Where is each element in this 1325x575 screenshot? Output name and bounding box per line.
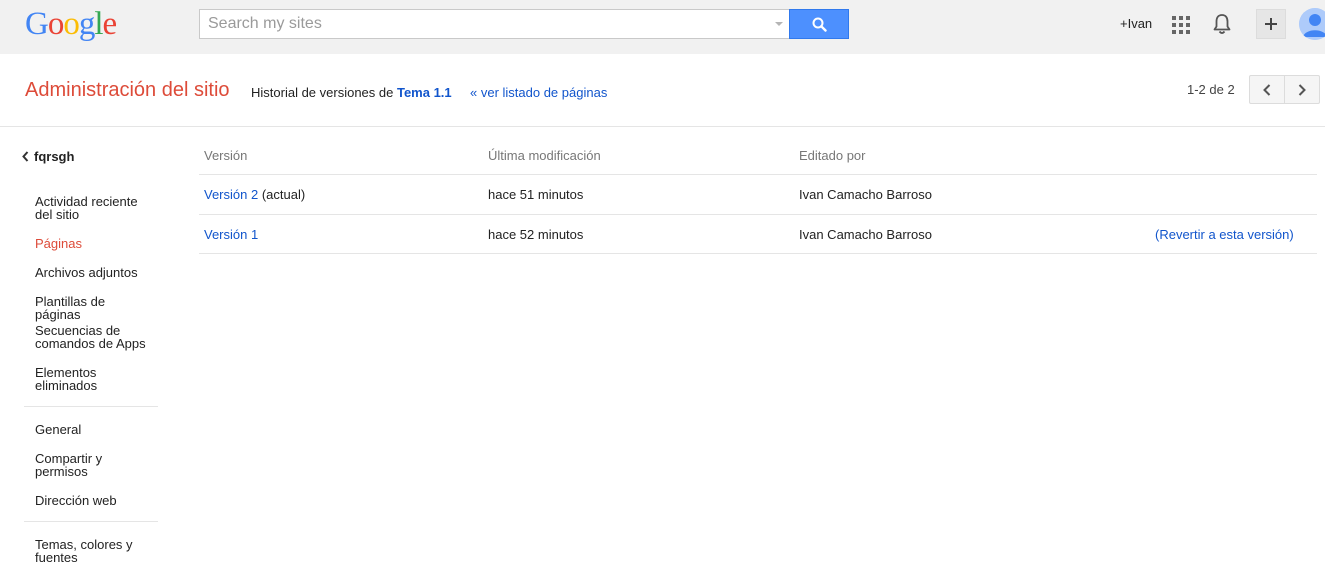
- column-header-last-modified: Última modificación: [488, 148, 601, 163]
- column-header-edited-by: Editado por: [799, 148, 866, 163]
- logo-letter: G: [25, 6, 49, 42]
- sidebar-item-general[interactable]: General: [35, 423, 150, 436]
- search-dropdown-icon[interactable]: [775, 22, 783, 26]
- search-button[interactable]: [789, 9, 849, 39]
- revert-version-link[interactable]: (Revertir a esta versión): [1155, 227, 1294, 242]
- site-name: fqrsgh: [34, 149, 75, 164]
- column-header-version: Versión: [204, 148, 248, 163]
- chevron-left-icon: [22, 151, 29, 162]
- chevron-right-icon: [1298, 83, 1306, 96]
- sidebar-item-apps-scripts[interactable]: Secuencias de comandos de Apps: [35, 324, 150, 350]
- table-row: Versión 2 (actual) hace 51 minutos Ivan …: [199, 174, 1317, 214]
- version-link[interactable]: Versión 1: [204, 227, 258, 242]
- modified-cell: hace 52 minutos: [488, 227, 584, 242]
- sidebar-item-sharing[interactable]: Compartir y permisos: [35, 452, 150, 478]
- logo-letter: o: [63, 6, 79, 42]
- breadcrumb: Historial de versiones de Tema 1.1: [251, 85, 452, 100]
- page-title: Administración del sitio: [25, 79, 230, 101]
- sidebar-item-page-templates[interactable]: Plantillas de páginas: [35, 295, 150, 321]
- sidebar-item-deleted-items[interactable]: Elementos eliminados: [35, 366, 150, 392]
- sidebar-divider: [24, 521, 158, 522]
- google-logo[interactable]: Google: [25, 5, 118, 43]
- site-back-link[interactable]: fqrsgh: [22, 149, 74, 164]
- logo-letter: g: [78, 6, 95, 42]
- avatar[interactable]: [1299, 8, 1325, 40]
- page-list-link[interactable]: « ver listado de páginas: [470, 85, 607, 100]
- sidebar-item-pages[interactable]: Páginas: [35, 237, 150, 250]
- sidebar-item-themes[interactable]: Temas, colores y fuentes: [35, 538, 150, 564]
- pagination-count: 1-2 de 2: [1187, 82, 1235, 97]
- sidebar-divider: [24, 406, 158, 407]
- chevron-left-icon: [1263, 83, 1271, 96]
- editor-cell: Ivan Camacho Barroso: [799, 227, 932, 242]
- page-header: Administración del sitio Historial de ve…: [0, 54, 1325, 127]
- search-icon: [812, 17, 827, 32]
- modified-cell: hace 51 minutos: [488, 187, 584, 202]
- search-input[interactable]: [200, 10, 760, 38]
- breadcrumb-topic[interactable]: Tema 1.1: [397, 85, 452, 100]
- sidebar-item-attachments[interactable]: Archivos adjuntos: [35, 266, 150, 279]
- user-profile-link[interactable]: +Ivan: [1120, 16, 1152, 31]
- search-box: [199, 9, 790, 39]
- top-bar: Google +Ivan: [0, 0, 1325, 54]
- create-new-button[interactable]: [1256, 9, 1286, 39]
- breadcrumb-prefix: Historial de versiones de: [251, 85, 397, 100]
- previous-page-button[interactable]: [1249, 75, 1285, 104]
- version-cell: Versión 2 (actual): [204, 187, 305, 202]
- sidebar-item-web-address[interactable]: Dirección web: [35, 494, 150, 507]
- bell-icon[interactable]: [1212, 13, 1232, 35]
- editor-cell: Ivan Camacho Barroso: [799, 187, 932, 202]
- logo-letter: l: [94, 6, 103, 42]
- version-cell: Versión 1: [204, 227, 258, 242]
- plus-icon: [1265, 18, 1277, 30]
- next-page-button[interactable]: [1284, 75, 1320, 104]
- version-link[interactable]: Versión 2: [204, 187, 258, 202]
- table-row: Versión 1 hace 52 minutos Ivan Camacho B…: [199, 214, 1317, 254]
- sidebar-item-recent-activity[interactable]: Actividad reciente del sitio: [35, 195, 150, 221]
- logo-letter: o: [47, 6, 64, 42]
- apps-grid-icon[interactable]: [1172, 16, 1190, 34]
- avatar-icon: [1299, 8, 1325, 40]
- current-label: (actual): [258, 187, 306, 202]
- logo-letter: e: [102, 6, 118, 42]
